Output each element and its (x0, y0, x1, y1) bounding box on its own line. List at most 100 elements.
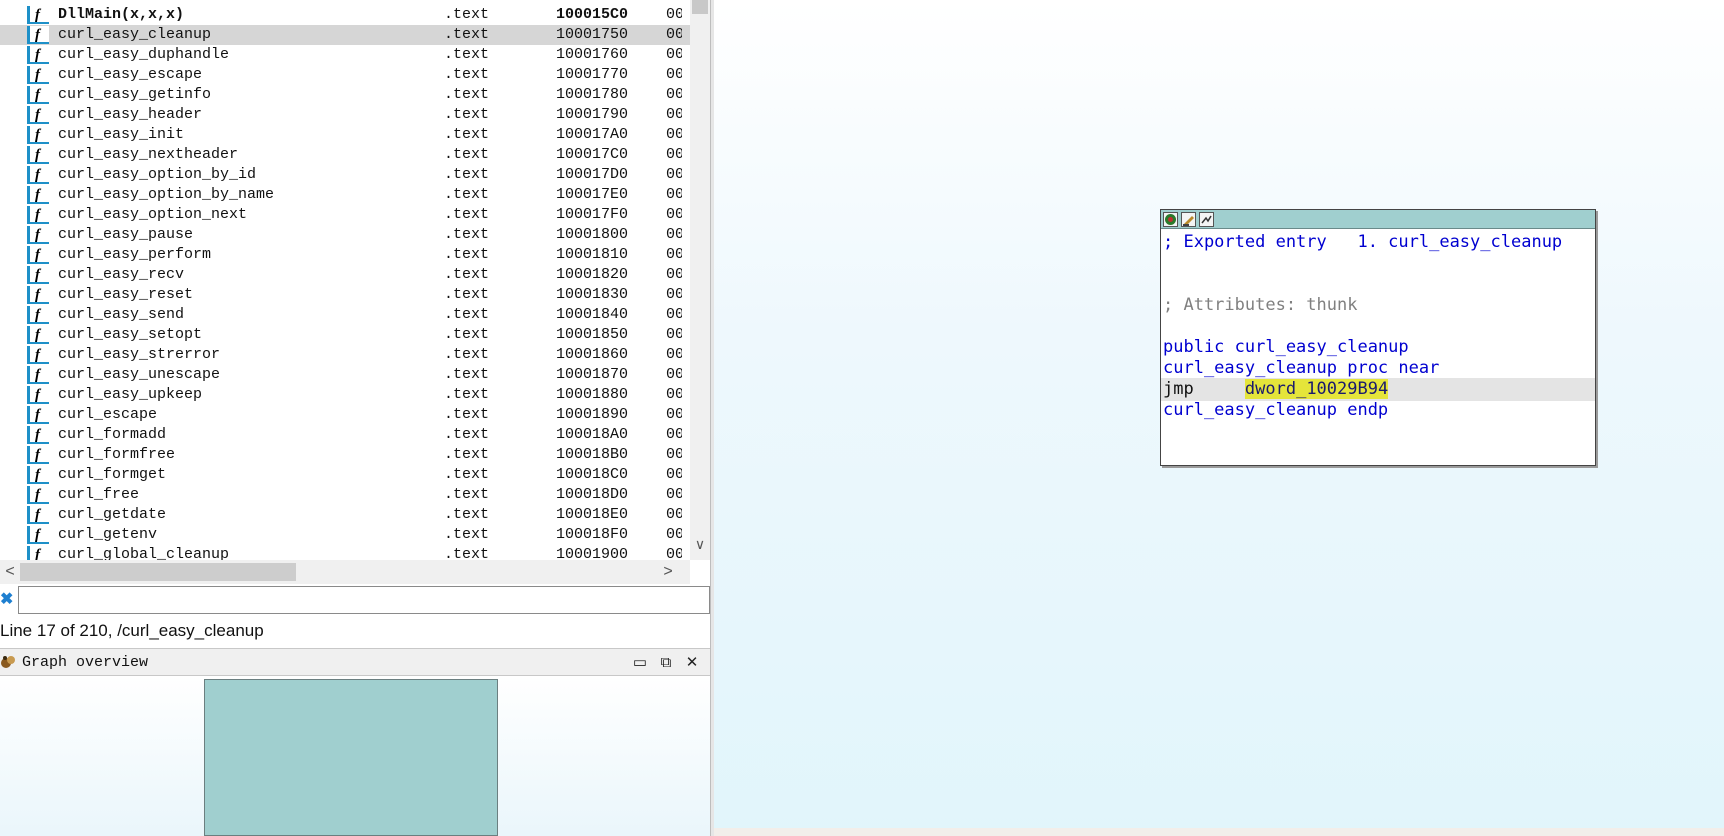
function-icon: f (27, 66, 49, 84)
function-row[interactable]: f curl_easy_strerror .text 10001860 00 (0, 345, 690, 365)
function-icon: f (27, 466, 49, 484)
proc-declaration[interactable]: curl_easy_cleanup proc near (1163, 357, 1439, 380)
functions-list[interactable]: f DllMain(x,x,x) .text 100015C0 00 f curl_easy… (0, 0, 710, 560)
function-segment: .text (444, 486, 490, 503)
function-name: curl_easy_unescape (58, 366, 221, 383)
attributes-comment: ; Attributes: thunk (1163, 295, 1358, 315)
graph-view[interactable]: ; Exported entry 1. curl_easy_cleanup ; … (714, 0, 1724, 836)
function-row[interactable]: f curl_getenv .text 100018F0 00 (0, 525, 690, 545)
function-row[interactable]: f DllMain(x,x,x) .text 100015C0 00 (0, 5, 690, 25)
function-row[interactable]: f curl_easy_cleanup .text 10001750 00 (0, 25, 690, 45)
graph-node[interactable]: ; Exported entry 1. curl_easy_cleanup ; … (1160, 209, 1596, 466)
function-icon-glyph: f (35, 247, 40, 263)
function-row[interactable]: f curl_easy_option_by_id .text 100017D0 00 (0, 165, 690, 185)
vertical-scrollbar-thumb[interactable] (692, 0, 708, 14)
function-row[interactable]: f curl_easy_option_next .text 100017F0 00 (0, 205, 690, 225)
function-icon: f (27, 286, 49, 304)
function-row[interactable]: f curl_easy_recv .text 10001820 00 (0, 265, 690, 285)
function-segment: .text (444, 46, 490, 63)
function-name: DllMain(x,x,x) (58, 6, 185, 23)
filter-input[interactable] (18, 586, 710, 614)
function-row[interactable]: f curl_easy_unescape .text 10001870 00 (0, 365, 690, 385)
function-icon: f (27, 86, 49, 104)
function-extra: 00 (666, 226, 682, 243)
function-segment: .text (444, 286, 490, 303)
function-row[interactable]: f curl_easy_send .text 10001840 00 (0, 305, 690, 325)
function-segment: .text (444, 266, 490, 283)
scroll-right-icon[interactable]: > (660, 562, 676, 582)
jmp-mnemonic[interactable]: jmp (1163, 379, 1194, 399)
function-icon-glyph: f (35, 227, 40, 243)
function-row[interactable]: f curl_easy_upkeep .text 10001880 00 (0, 385, 690, 405)
function-row[interactable]: f curl_escape .text 10001890 00 (0, 405, 690, 425)
horizontal-scrollbar-thumb[interactable] (20, 563, 296, 581)
function-row[interactable]: f curl_easy_init .text 100017A0 00 (0, 125, 690, 145)
function-extra: 00 (666, 446, 682, 463)
function-segment: .text (444, 26, 490, 43)
function-row[interactable]: f curl_easy_perform .text 10001810 00 (0, 245, 690, 265)
function-address: 100018E0 (556, 506, 629, 523)
function-address: 10001820 (556, 266, 629, 283)
function-row[interactable]: f curl_easy_pause .text 10001800 00 (0, 225, 690, 245)
graph-toggle-icon[interactable] (1199, 212, 1214, 227)
graph-overview-title: Graph overview (22, 654, 149, 671)
node-disassembly[interactable]: ; Exported entry 1. curl_easy_cleanup ; … (1161, 230, 1595, 465)
function-icon-glyph: f (35, 127, 40, 143)
function-name: curl_free (58, 486, 140, 503)
function-row[interactable]: f curl_getdate .text 100018E0 00 (0, 505, 690, 525)
function-icon: f (27, 166, 49, 184)
graph-overview-canvas[interactable] (0, 676, 710, 836)
function-row[interactable]: f curl_free .text 100018D0 00 (0, 485, 690, 505)
function-address: 100015C0 (556, 6, 629, 23)
function-segment: .text (444, 186, 490, 203)
function-extra: 00 (666, 86, 682, 103)
jmp-instruction[interactable]: jmp dword_10029B94 (1161, 378, 1595, 401)
rename-icon[interactable] (1181, 212, 1196, 227)
function-icon: f (27, 226, 49, 244)
close-icon[interactable]: ✕ (682, 653, 702, 673)
function-segment: .text (444, 6, 490, 23)
function-address: 100017E0 (556, 186, 629, 203)
function-row[interactable]: f curl_easy_getinfo .text 10001780 00 (0, 85, 690, 105)
function-row[interactable]: f curl_easy_nextheader .text 100017C0 00 (0, 145, 690, 165)
function-row[interactable]: f curl_easy_reset .text 10001830 00 (0, 285, 690, 305)
function-row[interactable]: f curl_easy_setopt .text 10001850 00 (0, 325, 690, 345)
function-segment: .text (444, 306, 490, 323)
function-row[interactable]: f curl_easy_header .text 10001790 00 (0, 105, 690, 125)
function-segment: .text (444, 366, 490, 383)
function-row[interactable]: f curl_formget .text 100018C0 00 (0, 465, 690, 485)
function-extra: 00 (666, 206, 682, 223)
close-filter-icon[interactable]: ✖ (0, 590, 14, 610)
function-name: curl_formfree (58, 446, 176, 463)
function-row[interactable]: f curl_easy_escape .text 10001770 00 (0, 65, 690, 85)
graph-overview-viewport[interactable] (204, 679, 498, 836)
function-segment: .text (444, 386, 490, 403)
endp-declaration[interactable]: curl_easy_cleanup endp (1163, 399, 1388, 422)
public-declaration[interactable]: public curl_easy_cleanup (1163, 336, 1409, 359)
function-row[interactable]: f curl_global_cleanup .text 10001900 00 (0, 545, 690, 560)
function-address: 100017F0 (556, 206, 629, 223)
function-icon: f (27, 486, 49, 504)
node-titlebar[interactable] (1161, 210, 1595, 229)
function-segment: .text (444, 466, 490, 483)
restore-icon[interactable]: ⧉ (656, 653, 676, 673)
function-row[interactable]: f curl_easy_duphandle .text 10001760 00 (0, 45, 690, 65)
function-extra: 00 (666, 506, 682, 523)
function-icon-glyph: f (35, 167, 40, 183)
function-segment: .text (444, 246, 490, 263)
scroll-left-icon[interactable]: < (2, 562, 18, 582)
quick-filter-bar: ✖ (0, 586, 710, 614)
function-row[interactable]: f curl_easy_option_by_name .text 100017E0 00 (0, 185, 690, 205)
function-extra: 00 (666, 186, 682, 203)
scroll-down-icon[interactable]: ∨ (692, 536, 708, 552)
function-row[interactable]: f curl_formadd .text 100018A0 00 (0, 425, 690, 445)
function-name: curl_formadd (58, 426, 167, 443)
jmp-operand[interactable]: dword_10029B94 (1244, 379, 1389, 399)
function-extra: 00 (666, 66, 682, 83)
color-icon[interactable] (1163, 212, 1178, 227)
maximize-icon[interactable]: ▭ (630, 653, 650, 673)
horizontal-scrollbar[interactable]: < > (0, 560, 690, 584)
function-address: 10001880 (556, 386, 629, 403)
function-row[interactable]: f curl_formfree .text 100018B0 00 (0, 445, 690, 465)
vertical-scrollbar[interactable]: ∨ (690, 0, 710, 560)
